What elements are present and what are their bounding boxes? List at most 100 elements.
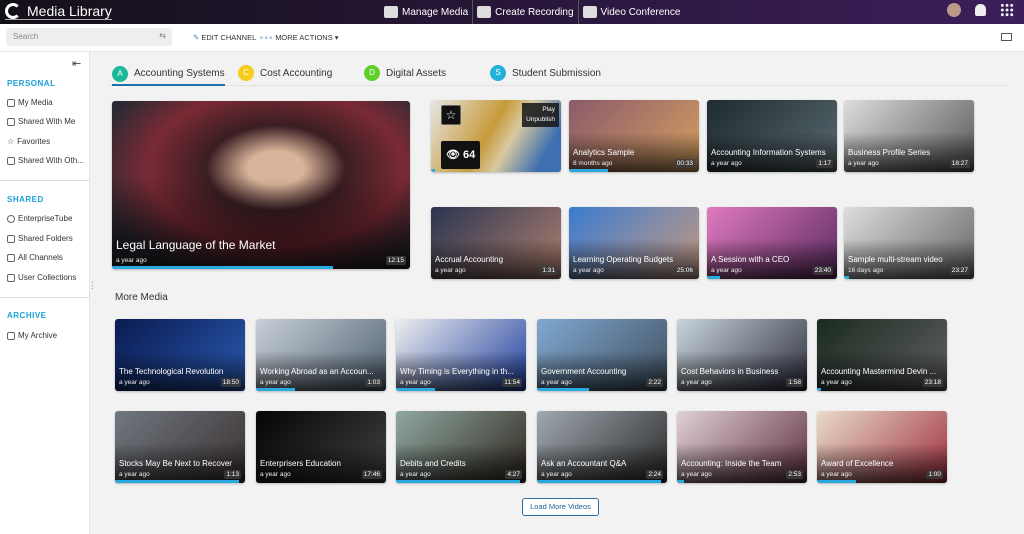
archive-icon xyxy=(7,331,15,340)
folder-icon xyxy=(7,234,15,243)
video-duration: 00:33 xyxy=(674,159,695,168)
tab-label: Digital Assets xyxy=(386,67,447,79)
sidebar-item-shared-folders[interactable]: Shared Folders xyxy=(7,234,73,243)
more-media-heading: More Media xyxy=(115,292,168,303)
load-more-button[interactable]: Load More Videos xyxy=(522,498,599,516)
video-card[interactable]: Learning Operating Budgets a year ago 25:0… xyxy=(569,207,699,279)
filter-icon[interactable]: ⇆ xyxy=(159,31,166,40)
sidebar-item-label: Shared Folders xyxy=(18,234,73,243)
featured-video-card[interactable]: Legal Language of the Market a year ago … xyxy=(112,101,410,269)
video-title: Award of Excellence xyxy=(821,459,894,468)
video-card[interactable]: Government Accounting a year ago 2:22 xyxy=(537,319,667,391)
sidebar-item-label: User Collections xyxy=(18,273,77,282)
watch-progress-bar xyxy=(256,388,295,391)
manage-media-button[interactable]: Manage Media xyxy=(380,0,474,24)
divider xyxy=(0,180,90,181)
watch-progress-bar xyxy=(115,480,239,483)
sidebar-item-label: All Channels xyxy=(18,253,63,262)
video-card[interactable]: Working Abroad as an Accoun... a year ago… xyxy=(256,319,386,391)
bell-icon[interactable] xyxy=(975,4,986,16)
video-title: Enterprisers Education xyxy=(260,459,341,468)
watch-progress-bar xyxy=(396,480,520,483)
tab-student-submission[interactable]: S Student Submission xyxy=(490,63,601,83)
video-card[interactable]: Accounting Information Systems a year ago… xyxy=(707,100,837,172)
sidebar-item-my-archive[interactable]: My Archive xyxy=(7,331,57,340)
video-age: a year ago xyxy=(681,471,712,478)
caret-down-icon: ▾ xyxy=(334,33,339,42)
search-input[interactable]: Search ⇆ xyxy=(6,28,172,46)
video-card[interactable]: A Session with a CEO a year ago 23:40 xyxy=(707,207,837,279)
video-card[interactable]: The Technological Revolution a year ago 18… xyxy=(115,319,245,391)
video-duration: 12:15 xyxy=(385,256,406,265)
video-title: Analytics Sample xyxy=(573,148,635,157)
video-duration: 2:53 xyxy=(786,470,803,479)
video-card[interactable]: Ask an Accountant Q&A a year ago 2:24 xyxy=(537,411,667,483)
sidebar-item-my-media[interactable]: My Media xyxy=(7,98,53,107)
video-conference-icon xyxy=(582,6,597,18)
video-card[interactable]: Accounting: Inside the Team a year ago 2:5… xyxy=(677,411,807,483)
tab-letter-badge: S xyxy=(490,65,506,81)
sidebar-item-enterprisetube[interactable]: EnterpriseTube xyxy=(7,214,72,223)
sidebar-item-user-collections[interactable]: User Collections xyxy=(7,273,76,282)
avatar[interactable] xyxy=(947,3,961,17)
video-title: Why Timing is Everything in th... xyxy=(400,367,514,376)
section-archive: ARCHIVE xyxy=(7,311,47,320)
star-icon[interactable]: ☆ xyxy=(441,105,461,125)
sidebar-resize-handle[interactable]: ⋮ xyxy=(88,280,97,291)
tab-accounting-systems[interactable]: A Accounting Systems xyxy=(112,63,225,86)
video-age: a year ago xyxy=(400,379,431,386)
video-card[interactable]: Stocks May Be Next to Recover a year ago 1… xyxy=(115,411,245,483)
tab-letter-badge: A xyxy=(112,65,128,82)
video-card[interactable]: Accrual Accounting a year ago 1:31 xyxy=(431,207,561,279)
more-actions-button[interactable]: ∘∘∘ MORE ACTIONS ▾ xyxy=(259,33,339,42)
sidebar-item-label: My Media xyxy=(18,98,53,107)
collapse-sidebar-icon[interactable]: ⇤ xyxy=(72,57,81,70)
video-card[interactable]: Analytics Sample 8 months ago 00:33 xyxy=(569,100,699,172)
tab-digital-assets[interactable]: D Digital Assets xyxy=(364,63,446,83)
globe-icon xyxy=(7,214,15,223)
unpublish-action[interactable]: Unpublish xyxy=(526,115,555,125)
dots-icon: ∘∘∘ xyxy=(259,33,274,42)
sidebar-item-label: Favorites xyxy=(17,137,51,146)
tab-cost-accounting[interactable]: C Cost Accounting xyxy=(238,63,332,83)
video-title: Accounting: Inside the Team xyxy=(681,459,782,468)
video-card[interactable]: Business Profile Series a year ago 18:27 xyxy=(844,100,974,172)
watch-progress-bar xyxy=(707,276,720,279)
video-title: Debits and Credits xyxy=(400,459,466,468)
create-recording-button[interactable]: Create Recording xyxy=(473,0,579,24)
video-card[interactable]: Sample multi-stream video 16 days ago 23:2… xyxy=(844,207,974,279)
video-title: Stocks May Be Next to Recover xyxy=(119,459,232,468)
hovered-video-card[interactable]: ☆ 👁 64 Play Unpublish xyxy=(431,100,561,172)
video-card[interactable]: Cost Behaviors in Business a year ago 1:58 xyxy=(677,319,807,391)
video-age: a year ago xyxy=(119,379,150,386)
watch-progress-bar xyxy=(431,169,435,172)
play-action[interactable]: Play xyxy=(526,105,555,115)
monitor-icon[interactable] xyxy=(1001,33,1012,41)
video-card[interactable]: Debits and Credits a year ago 4:27 xyxy=(396,411,526,483)
user-share-icon xyxy=(7,156,15,165)
sidebar-item-label: Shared With Me xyxy=(18,117,76,126)
sidebar-item-shared-with-others[interactable]: Shared With Oth... xyxy=(7,156,84,165)
app-logo[interactable]: Media Library xyxy=(5,3,112,20)
video-title: Government Accounting xyxy=(541,367,627,376)
sidebar-item-favorites[interactable]: ☆ Favorites xyxy=(7,137,50,146)
sidebar-item-all-channels[interactable]: All Channels xyxy=(7,253,63,262)
video-duration: 1:13 xyxy=(224,470,241,479)
watch-progress-bar xyxy=(396,388,435,391)
watch-progress-bar xyxy=(817,480,856,483)
video-card[interactable]: Award of Excellence a year ago 1:00 xyxy=(817,411,947,483)
tab-label: Accounting Systems xyxy=(134,68,225,79)
video-card[interactable]: Accounting Mastermind Devin ... a year ag… xyxy=(817,319,947,391)
video-card[interactable]: Enterprisers Education a year ago 17:46 xyxy=(256,411,386,483)
video-age: 16 days ago xyxy=(848,267,884,274)
video-title: Sample multi-stream video xyxy=(848,255,943,264)
video-conference-button[interactable]: Video Conference xyxy=(579,0,685,24)
edit-channel-button[interactable]: ✎ EDIT CHANNEL xyxy=(193,33,256,42)
video-duration: 1:17 xyxy=(816,159,833,168)
apps-grid-icon[interactable] xyxy=(1000,3,1014,17)
video-duration: 1:03 xyxy=(365,378,382,387)
sidebar-item-shared-with-me[interactable]: Shared With Me xyxy=(7,117,75,126)
video-title: The Technological Revolution xyxy=(119,367,224,376)
video-card[interactable]: Why Timing is Everything in th... a year … xyxy=(396,319,526,391)
video-age: a year ago xyxy=(848,160,879,167)
